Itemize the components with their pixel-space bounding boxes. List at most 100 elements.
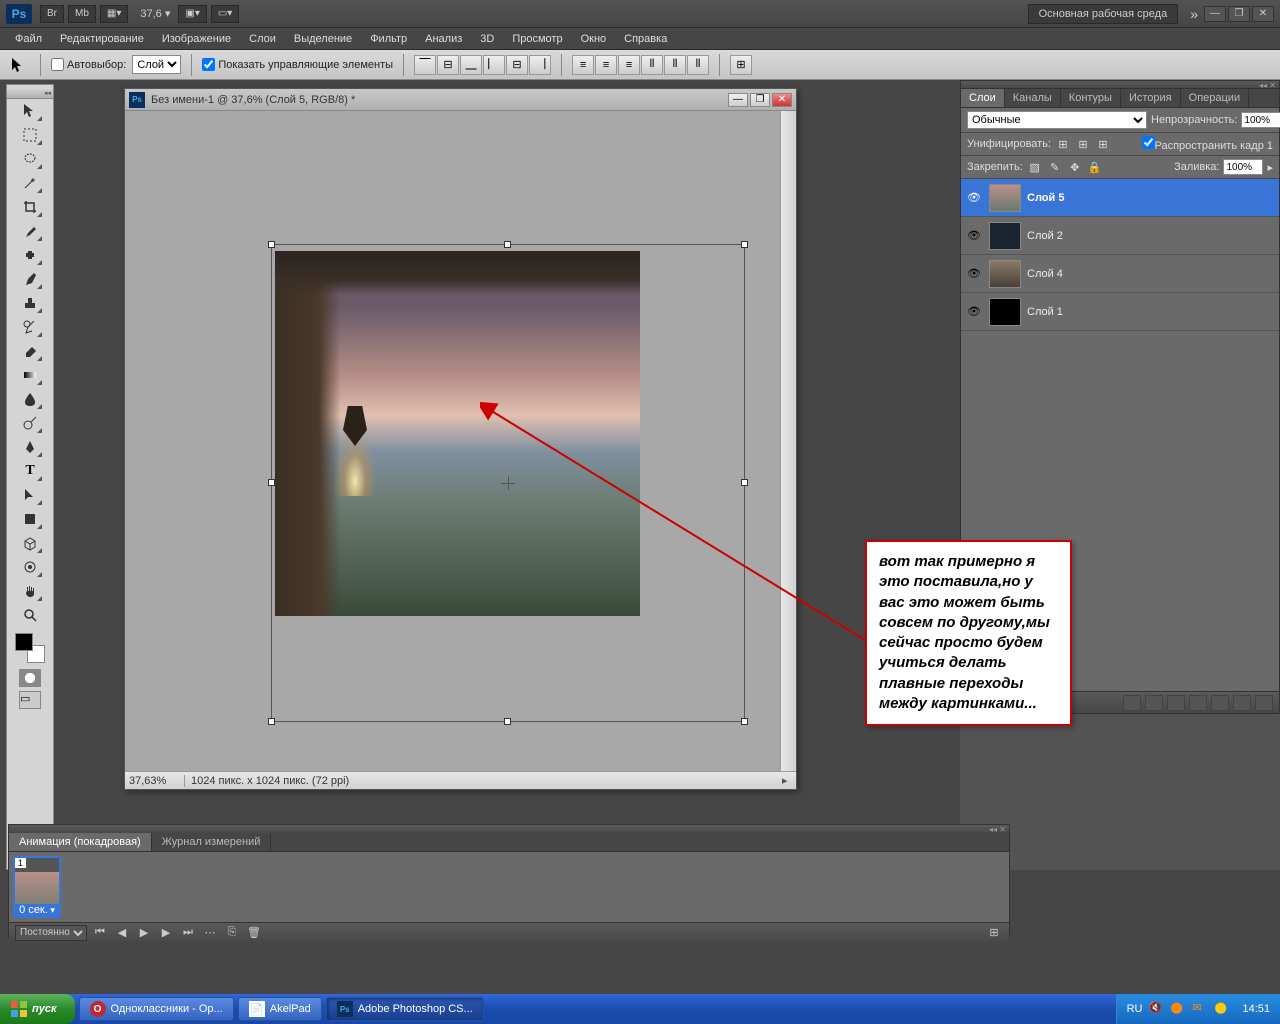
lock-transparency-icon[interactable]: ▧ bbox=[1027, 159, 1043, 175]
transform-handle-tr[interactable] bbox=[741, 241, 748, 248]
layer-group-icon[interactable] bbox=[1211, 695, 1229, 711]
panel-collapse-icon[interactable]: ◂◂ ✕ bbox=[989, 825, 1006, 833]
distribute-bottom-icon[interactable]: ≡ bbox=[618, 55, 640, 75]
autoselect-checkbox[interactable]: Автовыбор: bbox=[51, 58, 126, 71]
next-frame-icon[interactable]: ▶ bbox=[157, 926, 175, 940]
panel-collapse-icon[interactable]: ◂◂ ✕ bbox=[1259, 81, 1276, 88]
transform-handle-bc[interactable] bbox=[504, 718, 511, 725]
eraser-tool[interactable] bbox=[17, 340, 43, 362]
taskbar-item[interactable]: 📄AkelPad bbox=[238, 997, 322, 1021]
stamp-tool[interactable] bbox=[17, 292, 43, 314]
distribute-left-icon[interactable]: ⦀ bbox=[641, 55, 663, 75]
foreground-color[interactable] bbox=[15, 633, 33, 651]
align-left-icon[interactable]: ⎸ bbox=[483, 55, 505, 75]
3d-camera-tool[interactable] bbox=[17, 556, 43, 578]
tray-icon[interactable]: ✉ bbox=[1192, 1001, 1208, 1017]
menu-view[interactable]: Просмотр bbox=[503, 30, 571, 48]
tab-measurements[interactable]: Журнал измерений bbox=[152, 833, 272, 851]
wand-tool[interactable] bbox=[17, 172, 43, 194]
transform-handle-ml[interactable] bbox=[268, 479, 275, 486]
adjustment-layer-icon[interactable] bbox=[1189, 695, 1207, 711]
tab-paths[interactable]: Контуры bbox=[1061, 89, 1121, 107]
loop-dropdown[interactable]: Постоянно bbox=[15, 925, 87, 941]
delete-layer-icon[interactable] bbox=[1255, 695, 1273, 711]
clock[interactable]: 14:51 bbox=[1242, 1003, 1270, 1015]
timeline-mode-icon[interactable]: ⊞ bbox=[985, 926, 1003, 940]
transform-handle-br[interactable] bbox=[741, 718, 748, 725]
close-button[interactable]: ✕ bbox=[1252, 6, 1274, 22]
gradient-tool[interactable] bbox=[17, 364, 43, 386]
show-controls-checkbox[interactable]: Показать управляющие элементы bbox=[202, 58, 393, 71]
lock-all-icon[interactable]: 🔒 bbox=[1087, 159, 1103, 175]
align-top-icon[interactable]: ⎺ bbox=[414, 55, 436, 75]
transform-handle-tl[interactable] bbox=[268, 241, 275, 248]
screen-mode-button[interactable]: ▭▾ bbox=[211, 5, 239, 23]
visibility-icon[interactable]: 👁 bbox=[965, 303, 983, 321]
menu-select[interactable]: Выделение bbox=[285, 30, 361, 48]
align-hcenter-icon[interactable]: ⊟ bbox=[506, 55, 528, 75]
crop-tool[interactable] bbox=[17, 196, 43, 218]
transform-handle-bl[interactable] bbox=[268, 718, 275, 725]
unify-style-icon[interactable]: ⊞ bbox=[1095, 136, 1111, 152]
transform-handle-tc[interactable] bbox=[504, 241, 511, 248]
bridge-button[interactable]: Br bbox=[40, 5, 64, 23]
arrange-button[interactable]: ▣▾ bbox=[178, 5, 206, 23]
layer-item[interactable]: 👁 Слой 4 bbox=[961, 255, 1279, 293]
vertical-scrollbar[interactable] bbox=[780, 111, 796, 771]
tab-actions[interactable]: Операции bbox=[1181, 89, 1249, 107]
color-swatches[interactable] bbox=[15, 633, 45, 663]
frame-duration[interactable]: 0 сек. ▾ bbox=[15, 904, 59, 916]
menu-window[interactable]: Окно bbox=[572, 30, 616, 48]
layer-thumbnail[interactable] bbox=[989, 298, 1021, 326]
3d-tool[interactable] bbox=[17, 532, 43, 554]
menu-edit[interactable]: Редактирование bbox=[51, 30, 153, 48]
play-icon[interactable]: ▶ bbox=[135, 926, 153, 940]
path-select-tool[interactable] bbox=[17, 484, 43, 506]
eyedropper-tool[interactable] bbox=[17, 220, 43, 242]
current-tool-icon[interactable] bbox=[6, 54, 30, 76]
expand-workspaces-icon[interactable]: » bbox=[1184, 6, 1204, 22]
distribute-right-icon[interactable]: ⦀ bbox=[687, 55, 709, 75]
dodge-tool[interactable] bbox=[17, 412, 43, 434]
menu-layers[interactable]: Слои bbox=[240, 30, 285, 48]
tween-icon[interactable]: ⋯ bbox=[201, 926, 219, 940]
link-layers-icon[interactable] bbox=[1123, 695, 1141, 711]
transform-handle-mr[interactable] bbox=[741, 479, 748, 486]
quickmask-button[interactable] bbox=[19, 669, 41, 687]
tab-channels[interactable]: Каналы bbox=[1005, 89, 1061, 107]
unify-visibility-icon[interactable]: ⊞ bbox=[1075, 136, 1091, 152]
layer-thumbnail[interactable] bbox=[989, 260, 1021, 288]
visibility-icon[interactable]: 👁 bbox=[965, 227, 983, 245]
tab-animation[interactable]: Анимация (покадровая) bbox=[9, 833, 152, 851]
layer-mask-icon[interactable] bbox=[1167, 695, 1185, 711]
blur-tool[interactable] bbox=[17, 388, 43, 410]
taskbar-item[interactable]: OОдноклассники - Op... bbox=[79, 997, 234, 1021]
menu-file[interactable]: Файл bbox=[6, 30, 51, 48]
maximize-button[interactable]: ❐ bbox=[1228, 6, 1250, 22]
lock-position-icon[interactable]: ✥ bbox=[1067, 159, 1083, 175]
status-arrow-icon[interactable]: ▸ bbox=[782, 774, 796, 787]
propagate-checkbox[interactable]: Распространить кадр 1 bbox=[1142, 136, 1273, 152]
system-tray[interactable]: RU 🔇 ⬤ ✉ ⬤ 14:51 bbox=[1116, 994, 1280, 1024]
last-frame-icon[interactable]: ⏭ bbox=[179, 926, 197, 940]
start-button[interactable]: пуск bbox=[0, 994, 75, 1024]
toolbox-collapse-icon[interactable]: ◂◂ bbox=[44, 89, 51, 98]
layer-name[interactable]: Слой 5 bbox=[1027, 192, 1275, 204]
fill-field[interactable] bbox=[1223, 159, 1263, 175]
align-vcenter-icon[interactable]: ⊟ bbox=[437, 55, 459, 75]
pen-tool[interactable] bbox=[17, 436, 43, 458]
visibility-icon[interactable]: 👁 bbox=[965, 189, 983, 207]
blend-mode-dropdown[interactable]: Обычные bbox=[967, 111, 1147, 129]
status-info[interactable]: 1024 пикс. x 1024 пикс. (72 ppi) bbox=[185, 775, 782, 787]
duplicate-frame-icon[interactable]: ⎘ bbox=[223, 926, 241, 940]
zoom-value[interactable]: 37,6 ▾ bbox=[140, 7, 170, 20]
brush-tool[interactable] bbox=[17, 268, 43, 290]
prev-frame-icon[interactable]: ◀ bbox=[113, 926, 131, 940]
layer-item[interactable]: 👁 Слой 5 bbox=[961, 179, 1279, 217]
document-titlebar[interactable]: Ps Без имени-1 @ 37,6% (Слой 5, RGB/8) *… bbox=[125, 89, 796, 111]
doc-close-button[interactable]: ✕ bbox=[772, 93, 792, 107]
first-frame-icon[interactable]: ⏮ bbox=[91, 926, 109, 940]
healing-tool[interactable] bbox=[17, 244, 43, 266]
align-right-icon[interactable]: ⎹ bbox=[529, 55, 551, 75]
menu-help[interactable]: Справка bbox=[615, 30, 676, 48]
